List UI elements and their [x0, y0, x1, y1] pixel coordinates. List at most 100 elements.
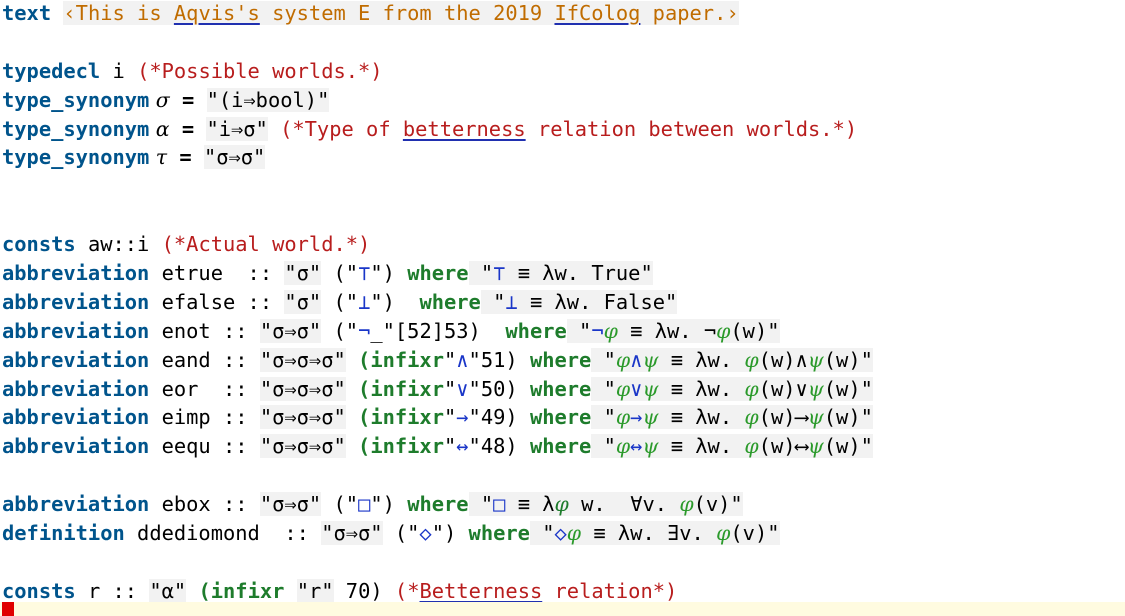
text-block: ‹This is Aqvis's system E from the 2019 …: [63, 1, 739, 25]
def-symbol: →: [630, 405, 643, 430]
def-part: ": [480, 289, 506, 314]
var-phi: φ: [679, 492, 694, 517]
theory-editor[interactable]: text ‹This is Aqvis's system E from the …: [2, 0, 1125, 606]
keyword-infixr: (infixr: [358, 405, 444, 430]
keyword-abbreviation: abbreviation: [2, 289, 150, 314]
def-symbol: ∧: [630, 347, 643, 372]
empty-line[interactable]: [2, 28, 1125, 57]
const-name: eor ::: [149, 376, 260, 401]
cartouche-open: ‹: [63, 1, 76, 25]
keyword-abbreviation: abbreviation: [2, 434, 150, 459]
current-line-highlight: [0, 602, 1125, 616]
comment: (*Betterness relation*): [395, 579, 677, 603]
var-phi: φ: [615, 347, 631, 372]
keyword-abbreviation: abbreviation: [2, 376, 150, 401]
abbreviation-eand-line[interactable]: abbreviation eand :: "σ⇒σ⇒σ" (infixr"∧"5…: [2, 346, 1125, 375]
abbreviation-eequ-line[interactable]: abbreviation eequ :: "σ⇒σ⇒σ" (infixr"↔"4…: [2, 432, 1125, 461]
definition-string: "φ∨ψ ≡ λw. φ(w)∨ψ(w)": [591, 376, 873, 401]
type-string: "σ⇒σ": [259, 492, 322, 517]
keyword-where: where: [529, 376, 592, 401]
quote: ": [443, 347, 457, 372]
var-psi: ψ: [642, 347, 659, 372]
keyword-infixr: (infixr: [358, 347, 444, 372]
keyword-consts: consts: [2, 578, 76, 603]
empty-line[interactable]: [2, 172, 1125, 201]
notation-symbol: ∧: [456, 347, 469, 372]
consts-aw-line[interactable]: consts aw::i (*Actual world.*): [2, 230, 1125, 259]
keyword-type-synonym: type_synonym: [2, 145, 150, 170]
notation-symbol: ∨: [456, 376, 469, 401]
comment-part: relation between worlds.*): [525, 116, 858, 141]
type-synonym-sigma-line[interactable]: type_synonym σ = "(i⇒bool)": [2, 86, 1125, 115]
typedecl-line[interactable]: typedecl i (*Possible worlds.*): [2, 57, 1125, 86]
keyword-abbreviation: abbreviation: [2, 405, 150, 430]
type-string: "α": [149, 578, 187, 603]
keyword-where: where: [407, 492, 469, 517]
type-synonym-alpha-line[interactable]: type_synonym α = "i⇒σ" (*Type of bettern…: [2, 115, 1125, 144]
abbreviation-enot-line[interactable]: abbreviation enot :: "σ⇒σ" ("¬_"[52]53) …: [2, 317, 1125, 346]
equals-sign: =: [169, 116, 207, 141]
priority: 70): [333, 578, 395, 603]
def-part: ≡ λw. False": [517, 289, 678, 314]
notation-string: "r": [296, 578, 334, 603]
def-symbol: ⊥: [505, 289, 518, 314]
priority: "50): [468, 376, 530, 401]
keyword-infixr: (infixr: [358, 434, 444, 459]
empty-line[interactable]: [2, 548, 1125, 577]
var-psi: ψ: [642, 376, 659, 401]
quote: ": [443, 405, 457, 430]
keyword-infixr: (infixr: [358, 376, 444, 401]
def-part: (w)∧: [758, 347, 808, 372]
spell-flagged-word: betterness: [402, 116, 526, 141]
type-synonym-tau-line[interactable]: type_synonym τ = "σ⇒σ": [2, 143, 1125, 172]
abbreviation-ebox-line[interactable]: abbreviation ebox :: "σ⇒σ" ("□") where "…: [2, 490, 1125, 519]
def-part: ": [468, 261, 494, 286]
notation-symbol: ◇: [419, 521, 432, 546]
var-psi: ψ: [807, 376, 824, 401]
abbreviation-eimp-line[interactable]: abbreviation eimp :: "σ⇒σ⇒σ" (infixr"→"4…: [2, 403, 1125, 432]
comment: (*Type of betterness relation between wo…: [268, 117, 857, 141]
keyword-abbreviation: abbreviation: [2, 492, 150, 517]
def-part: ≡ λw.: [658, 376, 745, 401]
const-name: enot ::: [149, 318, 260, 343]
type-string: "σ⇒σ⇒σ": [259, 434, 346, 459]
def-symbol: ◇: [554, 521, 567, 546]
keyword-abbreviation: abbreviation: [2, 261, 150, 286]
def-part: ≡ λw. ¬: [617, 318, 717, 343]
syntax-open: (": [321, 318, 359, 343]
def-part: ": [529, 521, 555, 546]
text-command-line[interactable]: text ‹This is Aqvis's system E from the …: [2, 0, 1125, 28]
var-phi: φ: [744, 347, 759, 372]
var-phi: φ: [716, 521, 731, 546]
abbreviation-etrue-line[interactable]: abbreviation etrue :: "σ" ("⊤") where "⊤…: [2, 259, 1125, 288]
abbreviation-efalse-line[interactable]: abbreviation efalse :: "σ" ("⊥") where "…: [2, 288, 1125, 317]
syntax-close: "): [370, 289, 420, 314]
spell-flagged-word: IfColog: [554, 1, 641, 25]
var-phi: φ: [554, 492, 569, 517]
empty-line[interactable]: [2, 461, 1125, 490]
keyword-type-synonym: type_synonym: [2, 116, 150, 141]
definition-ddediomond-line[interactable]: definition ddediomond :: "σ⇒σ" ("◇") whe…: [2, 519, 1125, 548]
const-name: eequ ::: [149, 434, 260, 459]
text-part: paper.: [640, 1, 727, 25]
keyword-definition: definition: [2, 521, 125, 546]
var-phi: φ: [615, 434, 631, 459]
def-part: (w)": [823, 347, 873, 372]
def-symbol: □: [493, 492, 506, 517]
abbreviation-eor-line[interactable]: abbreviation eor :: "σ⇒σ⇒σ" (infixr"∨"50…: [2, 375, 1125, 404]
keyword-infixr: (infixr: [198, 578, 285, 603]
def-part: ≡ λw.: [658, 405, 745, 430]
syntax-open: (": [321, 492, 359, 517]
quote: ": [443, 434, 457, 459]
def-symbol: ⊤: [493, 261, 506, 286]
def-part: ≡ λw.: [658, 347, 745, 372]
keyword-abbreviation: abbreviation: [2, 347, 150, 372]
comment-part: relation*): [542, 578, 678, 603]
type-definition: "i⇒σ": [206, 116, 268, 141]
empty-line[interactable]: [2, 201, 1125, 230]
syntax-close: "): [431, 521, 469, 546]
var-phi: φ: [615, 405, 631, 430]
def-part: w. ∀v.: [568, 492, 680, 517]
